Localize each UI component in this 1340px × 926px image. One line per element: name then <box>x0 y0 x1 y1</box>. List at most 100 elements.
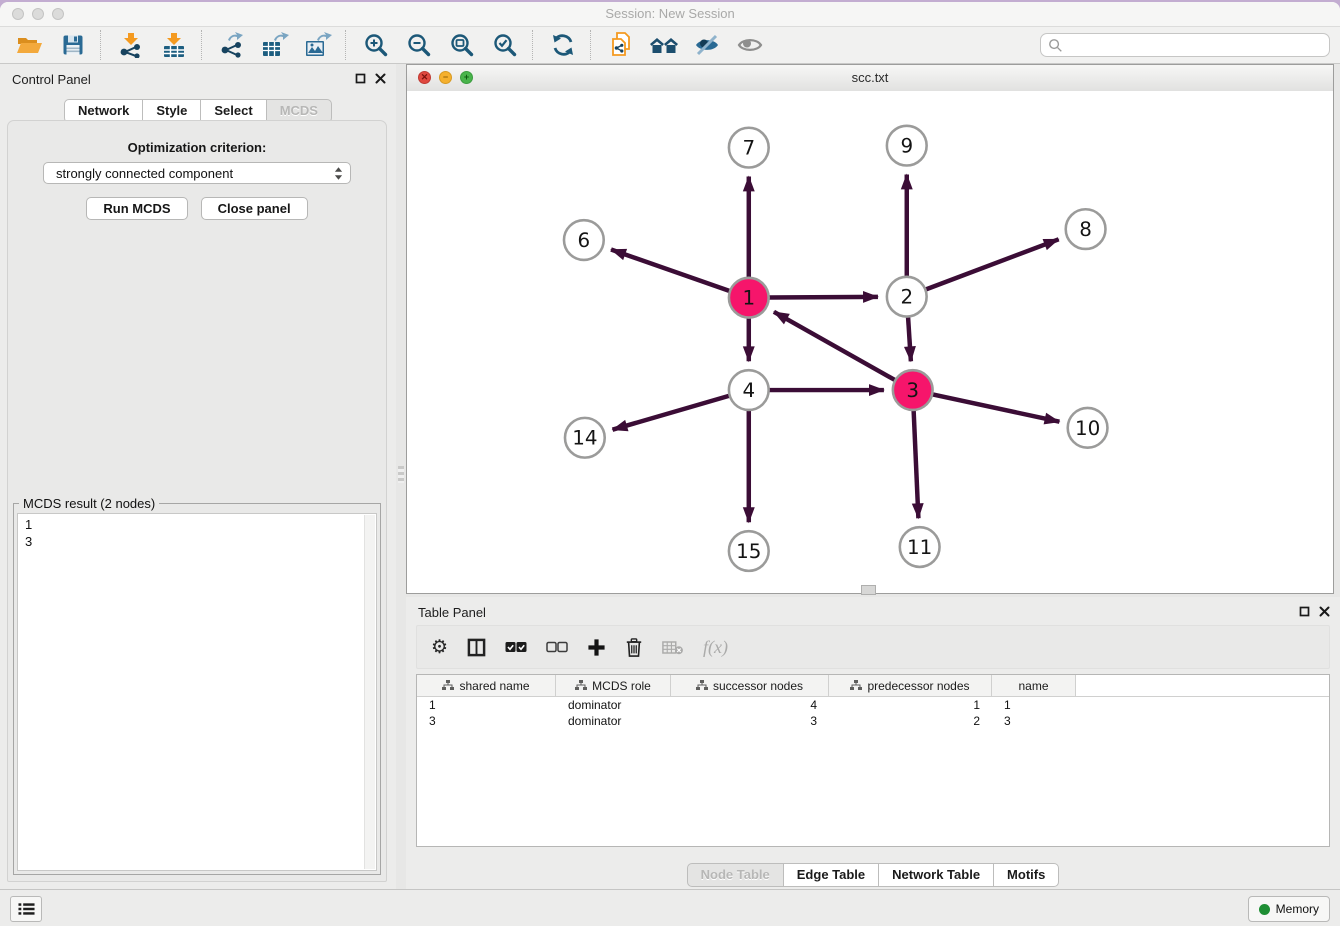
mcds-panel: Optimization criterion: strongly connect… <box>7 120 387 882</box>
close-panel-button[interactable]: Close panel <box>201 197 308 220</box>
table-cell[interactable]: 1 <box>829 698 992 712</box>
network-maximize-icon[interactable]: + <box>460 71 473 84</box>
tab-network-table[interactable]: Network Table <box>878 863 994 887</box>
panel-splitter[interactable] <box>396 64 406 890</box>
memory-button[interactable]: Memory <box>1248 896 1330 922</box>
close-window-icon[interactable] <box>12 8 24 20</box>
zoom-fit-button[interactable] <box>440 29 483 61</box>
table-cell[interactable]: 1 <box>417 698 556 712</box>
task-history-button[interactable] <box>10 896 42 922</box>
create-column-button[interactable] <box>587 638 606 657</box>
edge-3-11[interactable] <box>914 410 919 518</box>
toolbar-separator <box>345 30 351 60</box>
fx-icon: f(x) <box>703 637 728 658</box>
hierarchy-icon <box>850 680 862 691</box>
hierarchy-icon <box>442 680 454 691</box>
edge-3-1[interactable] <box>774 312 896 380</box>
table-cell[interactable]: dominator <box>556 698 671 712</box>
toolbar-separator <box>100 30 106 60</box>
list-icon <box>18 902 35 916</box>
float-panel-icon[interactable] <box>1299 606 1310 617</box>
tab-edge-table[interactable]: Edge Table <box>783 863 879 887</box>
export-table-button[interactable] <box>253 29 296 61</box>
zoom-fit-icon <box>449 32 475 58</box>
export-network-button[interactable] <box>210 29 253 61</box>
zoom-in-button[interactable] <box>354 29 397 61</box>
canvas-collapse-handle[interactable] <box>861 585 876 595</box>
eye-hide-button[interactable] <box>685 29 728 61</box>
edge-2-8[interactable] <box>925 239 1058 289</box>
save-session-button[interactable] <box>51 29 94 61</box>
float-panel-icon[interactable] <box>355 73 366 84</box>
deselect-all-columns-button[interactable] <box>546 641 568 653</box>
column-header-predecessor-nodes[interactable]: predecessor nodes <box>829 675 992 696</box>
zoom-out-button[interactable] <box>397 29 440 61</box>
table-row[interactable]: 1dominator411 <box>417 697 1329 713</box>
run-mcds-button[interactable]: Run MCDS <box>86 197 187 220</box>
mcds-result-list[interactable]: 13 <box>17 513 377 871</box>
function-builder-button[interactable]: f(x) <box>703 637 728 658</box>
graph-node-label: 10 <box>1075 417 1100 440</box>
table-cell[interactable]: 4 <box>671 698 829 712</box>
search-field[interactable] <box>1040 33 1330 57</box>
graph-node-label: 11 <box>907 536 932 559</box>
tab-motifs[interactable]: Motifs <box>993 863 1059 887</box>
import-network-button[interactable] <box>109 29 152 61</box>
window-title: Session: New Session <box>0 2 1340 26</box>
network-canvas[interactable]: 7968124314101511 <box>407 91 1333 593</box>
table-cell[interactable]: 1 <box>992 698 1076 712</box>
zoom-selected-icon <box>492 32 518 58</box>
open-session-button[interactable] <box>8 29 51 61</box>
table-cell[interactable]: 2 <box>829 714 992 728</box>
table-cell[interactable]: 3 <box>671 714 829 728</box>
edge-3-10[interactable] <box>932 394 1059 421</box>
select-all-columns-button[interactable] <box>505 641 527 653</box>
minimize-window-icon[interactable] <box>32 8 44 20</box>
table-cell[interactable]: 3 <box>992 714 1076 728</box>
column-header-successor-nodes[interactable]: successor nodes <box>671 675 829 696</box>
table-settings-button[interactable]: ⚙ <box>431 638 448 657</box>
import-network-icon <box>118 32 144 58</box>
show-columns-button[interactable] <box>467 638 486 657</box>
toolbar-separator <box>590 30 596 60</box>
tab-node-table[interactable]: Node Table <box>687 863 784 887</box>
splitter-grip-icon[interactable] <box>398 466 404 483</box>
delete-table-button[interactable] <box>662 640 684 655</box>
graph-node-label: 4 <box>742 379 755 402</box>
optimization-select[interactable]: strongly connected component <box>43 162 351 184</box>
column-header-shared-name[interactable]: shared name <box>417 675 556 696</box>
table-cell[interactable]: dominator <box>556 714 671 728</box>
home-button[interactable] <box>642 29 685 61</box>
edge-1-2[interactable] <box>769 297 878 298</box>
eye-show-button[interactable] <box>728 29 771 61</box>
network-window-titlebar[interactable]: ✕ − + scc.txt <box>407 65 1333 92</box>
refresh-button[interactable] <box>541 29 584 61</box>
maximize-window-icon[interactable] <box>52 8 64 20</box>
edge-2-3[interactable] <box>908 316 911 361</box>
mcds-result-lines: 13 <box>25 516 376 550</box>
graph-svg: 7968124314101511 <box>407 91 1333 593</box>
edge-1-6[interactable] <box>611 250 730 292</box>
export-image-button[interactable] <box>296 29 339 61</box>
delete-columns-button[interactable] <box>625 637 643 658</box>
close-panel-icon[interactable] <box>375 73 386 84</box>
chevron-up-down-icon <box>334 166 343 181</box>
graph-node-label: 1 <box>742 287 755 310</box>
import-table-button[interactable] <box>152 29 195 61</box>
clone-network-button[interactable] <box>599 29 642 61</box>
network-close-icon[interactable]: ✕ <box>418 71 431 84</box>
search-input[interactable] <box>1068 37 1329 54</box>
hierarchy-icon <box>696 680 708 691</box>
network-minimize-icon[interactable]: − <box>439 71 452 84</box>
zoom-selected-button[interactable] <box>483 29 526 61</box>
column-header-MCDS-role[interactable]: MCDS role <box>556 675 671 696</box>
result-scrollbar[interactable] <box>364 515 375 869</box>
close-panel-icon[interactable] <box>1319 606 1330 617</box>
graph-node-label: 7 <box>742 137 755 160</box>
table-cell[interactable]: 3 <box>417 714 556 728</box>
table-row[interactable]: 3dominator323 <box>417 713 1329 729</box>
node-table-header: shared nameMCDS rolesuccessor nodesprede… <box>417 675 1329 697</box>
edge-4-14[interactable] <box>613 396 730 430</box>
main-area: Control Panel NetworkStyleSelectMCDS Opt… <box>0 64 1340 890</box>
column-header-name[interactable]: name <box>992 675 1076 696</box>
